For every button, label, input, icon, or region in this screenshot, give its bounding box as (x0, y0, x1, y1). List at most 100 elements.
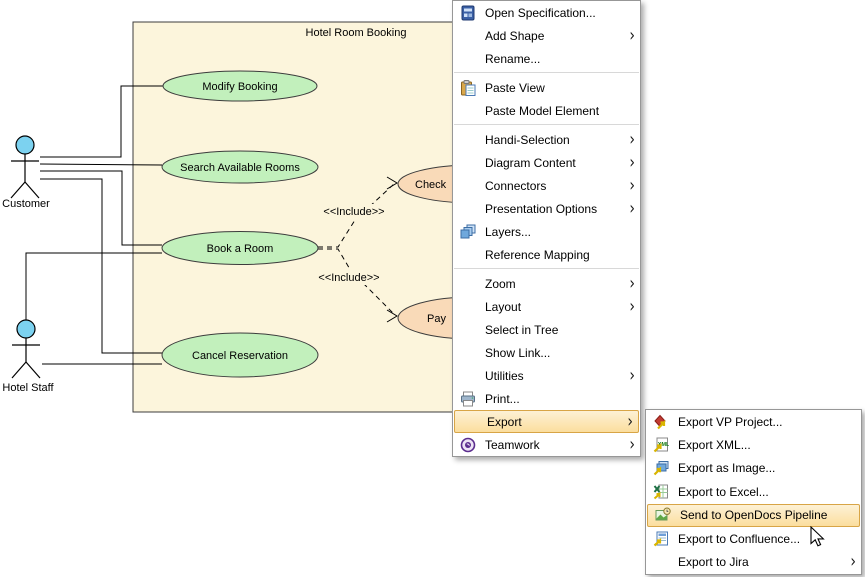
system-boundary-title: Hotel Room Booking (306, 27, 407, 39)
context-menu: Open Specification... Add Shape › Rename… (452, 0, 641, 457)
menu-item-label: Presentation Options (483, 202, 629, 216)
use-case-label: Modify Booking (202, 81, 277, 93)
menu-item-label: Paste Model Element (483, 104, 640, 118)
mouse-cursor (810, 526, 828, 550)
menu-item-label: Export to Jira (676, 555, 850, 569)
menu-item-open-specification[interactable]: Open Specification... (453, 1, 640, 24)
submenu-arrow-icon: › (629, 436, 635, 454)
submenu-item-export-to-confluence[interactable]: Export to Confluence... (646, 527, 861, 550)
submenu-arrow-icon: › (629, 27, 635, 45)
actor-head (17, 320, 35, 338)
menu-item-reference-mapping[interactable]: Reference Mapping (453, 243, 640, 266)
submenu-arrow-icon: › (629, 177, 635, 195)
menu-separator (454, 124, 639, 125)
use-case-search-available-rooms[interactable]: Search Available Rooms (162, 151, 318, 183)
menu-item-paste-view[interactable]: Paste View (453, 76, 640, 99)
submenu-item-export-as-image[interactable]: Export as Image... (646, 457, 861, 480)
menu-item-label: Zoom (483, 277, 629, 291)
menu-item-label: Send to OpenDocs Pipeline (678, 508, 859, 522)
menu-item-label: Select in Tree (483, 323, 640, 337)
teamwork-icon (453, 437, 483, 453)
menu-item-connectors[interactable]: Connectors › (453, 174, 640, 197)
menu-item-presentation-options[interactable]: Presentation Options › (453, 197, 640, 220)
menu-item-export[interactable]: Export › (454, 410, 639, 433)
menu-item-label: Show Link... (483, 346, 640, 360)
menu-item-add-shape[interactable]: Add Shape › (453, 24, 640, 47)
open-specification-icon (453, 5, 483, 21)
submenu-item-export-vp-project[interactable]: Export VP Project... (646, 410, 861, 433)
export-vp-project-icon (646, 414, 676, 430)
menu-item-label: Export to Excel... (676, 485, 861, 499)
submenu-item-send-to-opendocs-pipeline[interactable]: Send to OpenDocs Pipeline (647, 504, 860, 527)
menu-item-label: Export VP Project... (676, 415, 861, 429)
include-label-top: <<Include>> (320, 204, 388, 219)
svg-text:<<Include>>: <<Include>> (318, 272, 379, 284)
menu-item-label: Export as Image... (676, 461, 861, 475)
use-case-modify-booking[interactable]: Modify Booking (163, 71, 317, 101)
menu-item-label: Rename... (483, 52, 640, 66)
paste-view-icon (453, 80, 483, 96)
menu-item-select-in-tree[interactable]: Select in Tree (453, 318, 640, 341)
layers-icon (453, 224, 483, 240)
menu-item-label: Reference Mapping (483, 248, 640, 262)
send-opendocs-icon (648, 507, 678, 523)
menu-item-label: Paste View (483, 81, 640, 95)
menu-item-zoom[interactable]: Zoom › (453, 272, 640, 295)
menu-item-label: Export (485, 415, 627, 429)
actor-label: Hotel Staff (2, 382, 54, 394)
use-case-label: Cancel Reservation (192, 350, 288, 362)
export-excel-icon (646, 484, 676, 500)
submenu-arrow-icon: › (629, 200, 635, 218)
menu-item-utilities[interactable]: Utilities › (453, 364, 640, 387)
use-case-label: Book a Room (207, 243, 274, 255)
menu-item-label: Connectors (483, 179, 629, 193)
use-case-label: Pay (427, 313, 446, 325)
submenu-item-export-to-jira[interactable]: Export to Jira › (646, 550, 861, 573)
menu-item-teamwork[interactable]: Teamwork › (453, 433, 640, 456)
actor-label: Customer (2, 198, 50, 210)
submenu-item-export-xml[interactable]: XML Export XML... (646, 433, 861, 456)
export-submenu: Export VP Project... XML Export XML... E… (645, 409, 862, 575)
print-icon (453, 391, 483, 407)
menu-item-print[interactable]: Print... (453, 387, 640, 410)
menu-item-label: Teamwork (483, 438, 629, 452)
export-xml-icon: XML (646, 437, 676, 453)
menu-separator (454, 72, 639, 73)
menu-item-label: Export to Confluence... (676, 532, 861, 546)
include-label-bottom: <<Include>> (315, 270, 383, 285)
actor-head (16, 136, 34, 154)
svg-text:<<Include>>: <<Include>> (323, 206, 384, 218)
submenu-arrow-icon: › (629, 298, 635, 316)
menu-item-label: Utilities (483, 369, 629, 383)
export-image-icon (646, 460, 676, 476)
menu-item-label: Layers... (483, 225, 640, 239)
actor-hotel-staff[interactable]: Hotel Staff (2, 320, 54, 394)
menu-item-label: Layout (483, 300, 629, 314)
menu-separator (454, 268, 639, 269)
menu-item-label: Open Specification... (483, 6, 640, 20)
menu-item-paste-model-element[interactable]: Paste Model Element (453, 99, 640, 122)
submenu-arrow-icon: › (629, 131, 635, 149)
menu-item-handi-selection[interactable]: Handi-Selection › (453, 128, 640, 151)
menu-item-layout[interactable]: Layout › (453, 295, 640, 318)
menu-item-diagram-content[interactable]: Diagram Content › (453, 151, 640, 174)
menu-item-rename[interactable]: Rename... (453, 47, 640, 70)
submenu-arrow-icon: › (629, 154, 635, 172)
actor-customer[interactable]: Customer (2, 136, 50, 210)
submenu-arrow-icon: › (629, 367, 635, 385)
use-case-cancel-reservation[interactable]: Cancel Reservation (162, 333, 318, 377)
use-case-label: Search Available Rooms (180, 162, 300, 174)
submenu-arrow-icon: › (850, 553, 856, 571)
submenu-arrow-icon: › (629, 275, 635, 293)
submenu-item-export-to-excel[interactable]: Export to Excel... (646, 480, 861, 503)
use-case-book-a-room[interactable]: Book a Room (162, 232, 318, 265)
menu-item-label: Diagram Content (483, 156, 629, 170)
menu-item-layers[interactable]: Layers... (453, 220, 640, 243)
export-confluence-icon (646, 531, 676, 547)
menu-item-label: Export XML... (676, 438, 861, 452)
menu-item-label: Handi-Selection (483, 133, 629, 147)
submenu-arrow-icon: › (627, 413, 633, 431)
menu-item-label: Print... (483, 392, 640, 406)
menu-item-show-link[interactable]: Show Link... (453, 341, 640, 364)
menu-item-label: Add Shape (483, 29, 629, 43)
